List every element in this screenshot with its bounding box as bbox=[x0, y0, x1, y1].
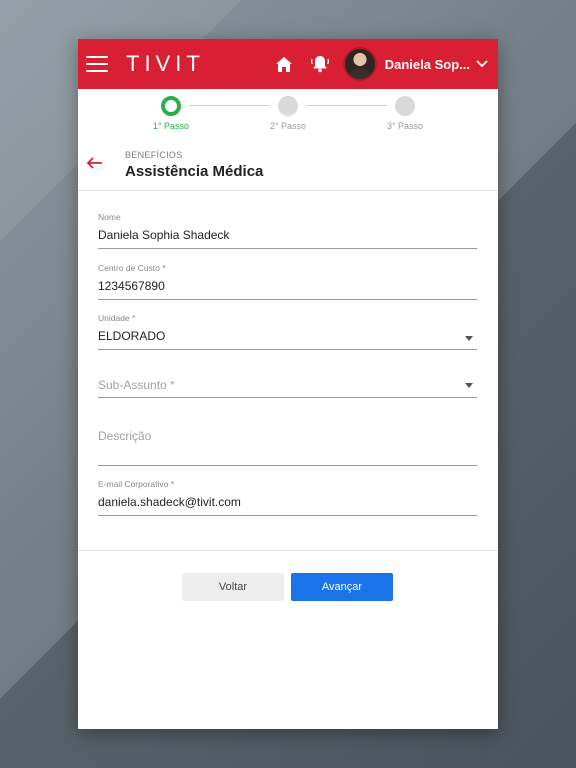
email-value[interactable]: daniela.shadeck@tivit.com bbox=[98, 495, 477, 511]
progress-stepper: 1° Passo 2° Passo 3° Passo bbox=[78, 89, 498, 139]
email-field[interactable]: E-mail Corporativo * daniela.shadeck@tiv… bbox=[98, 479, 477, 516]
cost-center-value[interactable]: 1234567890 bbox=[98, 279, 477, 295]
home-icon[interactable] bbox=[273, 53, 295, 75]
step-3-label: 3° Passo bbox=[386, 121, 424, 131]
name-underline bbox=[98, 248, 477, 249]
cost-center-label: Centro de Custo * bbox=[98, 263, 166, 273]
next-button[interactable]: Avançar bbox=[291, 573, 393, 601]
bell-icon[interactable] bbox=[309, 53, 331, 75]
step-2-label: 2° Passo bbox=[269, 121, 307, 131]
page-header: BENEFÍCIOS Assistência Médica bbox=[78, 139, 498, 191]
step-2-indicator bbox=[278, 96, 298, 116]
form-actions: Voltar Avançar bbox=[78, 573, 498, 603]
step-3-indicator bbox=[395, 96, 415, 116]
request-form: Nome Daniela Sophia Shadeck Centro de Cu… bbox=[78, 191, 498, 551]
breadcrumb: BENEFÍCIOS bbox=[125, 150, 183, 160]
cost-center-underline bbox=[98, 299, 477, 300]
page-title: Assistência Médica bbox=[125, 163, 264, 180]
email-underline bbox=[98, 515, 477, 516]
back-arrow-icon[interactable] bbox=[86, 156, 104, 170]
unit-dropdown-icon[interactable] bbox=[465, 336, 473, 341]
name-label: Nome bbox=[98, 212, 121, 222]
cost-center-field[interactable]: Centro de Custo * 1234567890 bbox=[98, 263, 477, 300]
chevron-down-icon[interactable] bbox=[476, 58, 488, 70]
user-name[interactable]: Daniela Sop... bbox=[385, 57, 470, 72]
description-placeholder[interactable]: Descrição bbox=[98, 429, 477, 443]
menu-icon[interactable] bbox=[86, 56, 108, 72]
unit-underline bbox=[98, 349, 477, 350]
unit-value[interactable]: ELDORADO bbox=[98, 329, 477, 345]
unit-label: Unidade * bbox=[98, 313, 136, 323]
back-button[interactable]: Voltar bbox=[182, 573, 284, 601]
name-field[interactable]: Nome Daniela Sophia Shadeck bbox=[98, 212, 477, 249]
step-1: 1° Passo bbox=[141, 96, 201, 131]
sub-subject-dropdown-icon[interactable] bbox=[465, 383, 473, 388]
step-1-label: 1° Passo bbox=[152, 121, 190, 131]
step-2: 2° Passo bbox=[258, 96, 318, 131]
sub-subject-placeholder[interactable]: Sub-Assunto * bbox=[98, 378, 477, 392]
app-window: TIVIT Daniela Sop... 1° Passo 2° Passo 3… bbox=[78, 39, 498, 729]
email-label: E-mail Corporativo * bbox=[98, 479, 175, 489]
sub-subject-underline bbox=[98, 397, 477, 398]
step-1-indicator bbox=[161, 96, 181, 116]
unit-select[interactable]: Unidade * ELDORADO bbox=[98, 313, 477, 350]
step-3: 3° Passo bbox=[375, 96, 435, 131]
description-underline bbox=[98, 465, 477, 466]
top-bar: TIVIT Daniela Sop... bbox=[78, 39, 498, 89]
sub-subject-select[interactable]: Sub-Assunto * bbox=[98, 378, 477, 398]
description-textarea[interactable]: Descrição bbox=[98, 429, 477, 466]
user-avatar[interactable] bbox=[342, 47, 377, 81]
name-value[interactable]: Daniela Sophia Shadeck bbox=[98, 228, 477, 244]
tivit-logo: TIVIT bbox=[126, 51, 205, 76]
